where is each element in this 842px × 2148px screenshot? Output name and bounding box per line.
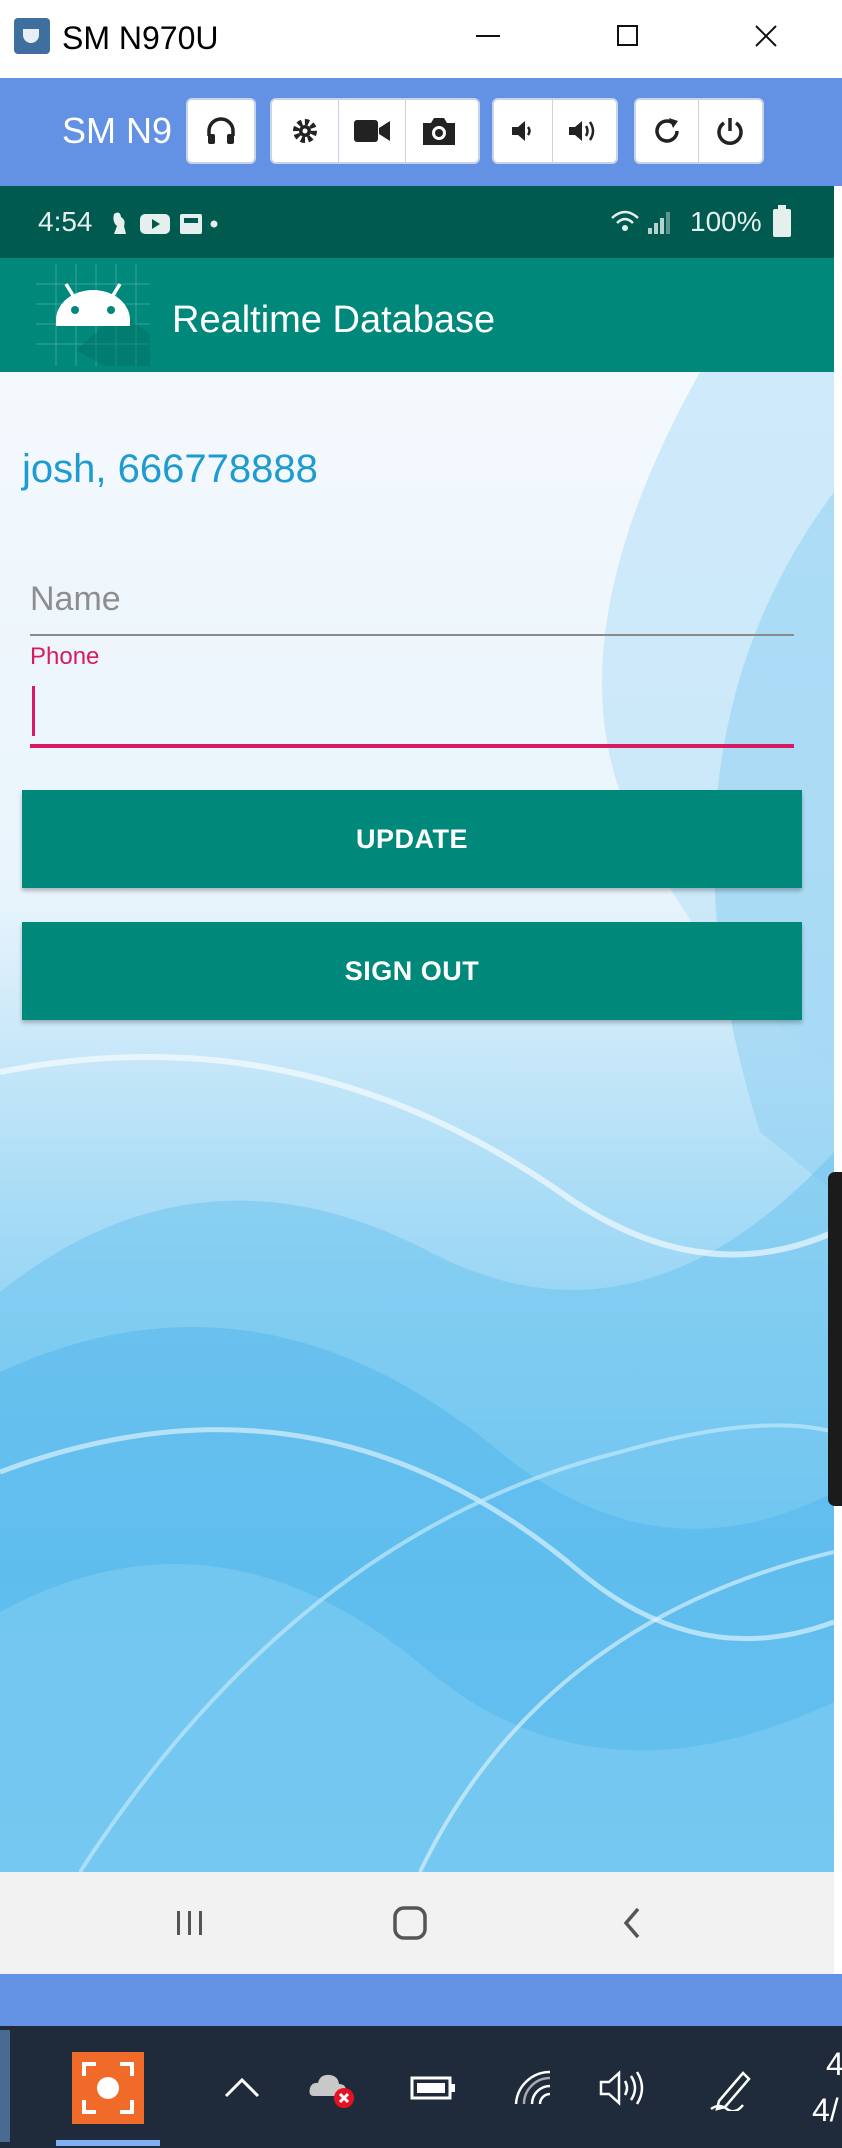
taskbar-screen-capture-app[interactable] (72, 2052, 144, 2124)
text-cursor (32, 686, 35, 736)
volume-down-icon (512, 121, 531, 141)
scrollbar-handle[interactable] (828, 1172, 842, 1506)
android-nav-bar (0, 1872, 834, 1974)
app-notification-icon (113, 212, 126, 234)
app-bar: Realtime Database (0, 258, 834, 372)
cell-signal-icon (648, 212, 670, 234)
pen-workspace-button[interactable] (704, 2058, 764, 2118)
store-icon (180, 214, 202, 234)
screenshot-icon (423, 118, 455, 145)
home-button[interactable] (350, 1872, 470, 1974)
volume-up-button[interactable] (553, 100, 615, 162)
onedrive-tray-button[interactable] (302, 2058, 362, 2118)
back-button[interactable] (572, 1872, 692, 1974)
recents-button[interactable] (130, 1872, 250, 1974)
taskbar-app-edge[interactable] (0, 2030, 10, 2142)
cloud-error-icon (309, 2074, 354, 2108)
maximize-button[interactable] (598, 8, 658, 64)
window-right-border (834, 186, 842, 1974)
power-button[interactable] (699, 100, 761, 162)
phone-field (30, 680, 794, 748)
pen-icon (710, 2071, 751, 2111)
taskbar-clock-time[interactable]: 4 (826, 2046, 842, 2082)
minimize-icon (476, 35, 500, 37)
wifi-icon (611, 210, 639, 219)
rotate-button[interactable] (636, 100, 699, 162)
android-status-bar: 4:54 100% (0, 186, 834, 258)
home-icon (393, 1906, 427, 1940)
status-time: 4:54 (38, 206, 93, 237)
volume-down-button[interactable] (494, 100, 553, 162)
taskbar-clock-date[interactable]: 4/ (812, 2092, 839, 2128)
more-notifications-dot (210, 220, 218, 228)
scrcpy-app-icon (14, 18, 50, 54)
name-input[interactable] (30, 564, 794, 636)
user-info-text: josh, 666778888 (22, 447, 318, 491)
sign-out-button[interactable]: SIGN OUT (22, 922, 802, 1020)
android-logo-icon (36, 264, 150, 366)
settings-button[interactable] (272, 100, 339, 162)
maximize-icon (617, 25, 638, 46)
device-toolbar-label: SM N9U (62, 110, 302, 152)
name-field (30, 564, 794, 636)
toolbar-group-system (634, 98, 764, 164)
device-name-text: SM N9 (62, 110, 173, 151)
headphones-button[interactable] (188, 100, 254, 162)
battery-icon (773, 205, 791, 237)
screenshot-button[interactable] (406, 100, 472, 162)
battery-tray-icon (410, 2076, 455, 2100)
app-title: Realtime Database (172, 299, 496, 341)
record-video-icon (354, 120, 390, 142)
battery-percentage: 100% (690, 206, 762, 237)
notification-icons (113, 212, 218, 234)
phone-field-label: Phone (30, 643, 100, 670)
battery-tray-button[interactable] (404, 2058, 464, 2118)
minimize-button[interactable] (458, 8, 518, 64)
toolbar-group-capture (270, 98, 480, 164)
back-icon (623, 1907, 640, 1939)
toolbar-group-audio (186, 98, 256, 164)
chevron-up-icon (224, 2077, 260, 2098)
settings-icon (293, 119, 317, 143)
network-tray-button[interactable] (504, 2058, 564, 2118)
close-button[interactable] (736, 8, 796, 64)
phone-input[interactable] (30, 680, 794, 748)
wifi-tray-icon (514, 2070, 551, 2105)
active-app-indicator (56, 2140, 160, 2146)
recents-icon (177, 1911, 202, 1935)
volume-up-icon (569, 121, 595, 141)
speaker-tray-icon (599, 2070, 644, 2106)
wifi-signal-icons (611, 210, 670, 234)
phone-screen: 4:54 100% Realtime Database josh, 666778… (0, 186, 834, 1974)
headphones-icon (207, 117, 235, 144)
update-button[interactable]: UPDATE (22, 790, 802, 888)
rotate-icon (655, 118, 679, 143)
close-icon (755, 25, 777, 47)
power-icon (717, 118, 743, 145)
screen-capture-icon (82, 2062, 134, 2114)
show-hidden-icons-button[interactable] (212, 2058, 272, 2118)
device-toolbar-bottom (0, 1974, 842, 2026)
toolbar-group-volume (492, 98, 618, 164)
record-video-button[interactable] (339, 100, 406, 162)
volume-tray-button[interactable] (592, 2058, 652, 2118)
window-title: SM N970U (62, 20, 219, 56)
